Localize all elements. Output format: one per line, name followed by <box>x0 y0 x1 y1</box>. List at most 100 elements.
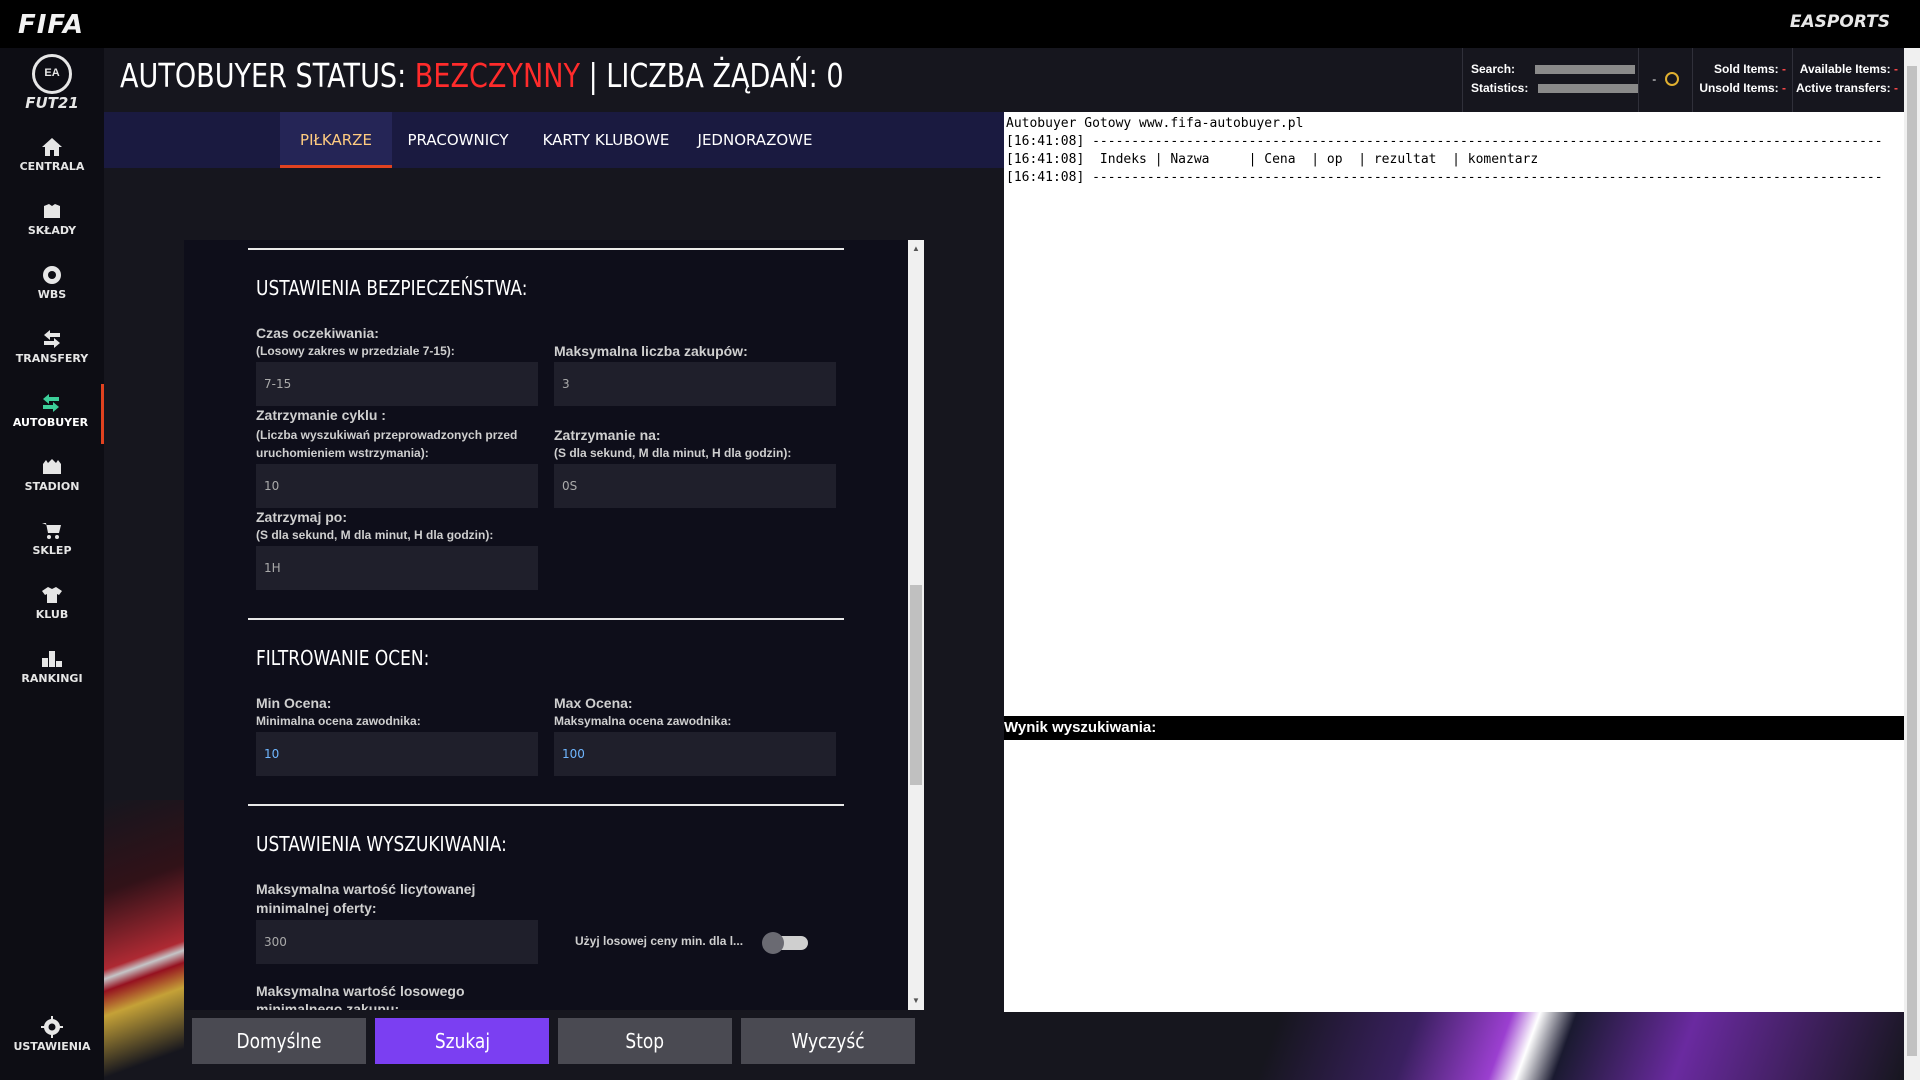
cycle-pause-label: Zatrzymanie cyklu : <box>256 407 386 423</box>
transfer-arrows-icon <box>44 330 60 348</box>
panel-scrollbar-thumb[interactable] <box>910 585 922 785</box>
log-line: Autobuyer Gotowy www.fifa-autobuyer.pl <box>1006 116 1304 131</box>
tab-jednorazowe[interactable]: JEDNORAZOWE <box>696 112 814 168</box>
decorative-stripes <box>104 800 184 1080</box>
coin-value: - <box>1652 72 1657 86</box>
available-items-label: Available Items: <box>1799 62 1891 76</box>
sidebar-item-autobuyer[interactable]: AUTOBUYER <box>0 384 104 444</box>
ea-sports-logo: EASPORTS <box>1789 12 1890 32</box>
wait-time-label: Czas oczekiwania: <box>256 325 379 341</box>
sold-cell: Sold Items: - Unsold Items: - <box>1692 48 1792 112</box>
sidebar-item-wbs[interactable]: WBS <box>0 256 104 316</box>
stats-panel: Search: Statistics: - Sold Items: - Unso… <box>1462 48 1920 112</box>
status-header: AUTOBUYER STATUS: BEZCZYNNY | LICZBA ŻĄD… <box>104 48 1462 112</box>
sidebar: EA FUT21 CENTRALA SKŁADY WBS TRANSFERY A… <box>0 48 104 1080</box>
coin-cell: - <box>1638 48 1692 112</box>
stop-after-label: Zatrzymaj po: <box>256 509 348 525</box>
cycle-pause-input[interactable]: 10 <box>256 464 538 508</box>
stop-after-input[interactable]: 1H <box>256 546 538 590</box>
shirt-icon <box>42 587 62 603</box>
sidebar-item-label: SKLEP <box>32 544 72 557</box>
ea-badge-icon: EA <box>32 54 72 94</box>
sidebar-item-sklady[interactable]: SKŁADY <box>0 192 104 252</box>
stop-button[interactable]: Stop <box>558 1018 732 1064</box>
random-min-price-toggle[interactable] <box>762 932 808 954</box>
log-line: [16:41:08] -----------------------------… <box>1006 134 1883 149</box>
status-value: BEZCZYNNY <box>414 56 580 95</box>
available-cell: Available Items: - Active transfers: - <box>1792 48 1904 112</box>
divider <box>248 248 844 250</box>
sold-items-label: Sold Items: <box>1713 62 1779 76</box>
settings-panel: USTAWIENIA BEZPIECZEŃSTWA: Czas oczekiwa… <box>184 240 924 1010</box>
divider <box>248 804 844 806</box>
statistics-progress-bar <box>1538 84 1639 94</box>
gear-icon <box>41 1016 63 1038</box>
tab-karty-klubowe[interactable]: KARTY KLUBOWE <box>532 112 680 168</box>
sidebar-item-label: AUTOBUYER <box>12 416 89 429</box>
wait-time-input[interactable]: 7-15 <box>256 362 538 406</box>
section-title-rating: FILTROWANIE OCEN: <box>256 646 430 670</box>
default-button-label: Domyślne <box>236 1029 322 1053</box>
sidebar-item-label: WBS <box>37 288 67 301</box>
stop-after-hint: (S dla sekund, M dla minut, H dla godzin… <box>256 528 494 542</box>
top-bar: FIFA EASPORTS <box>0 0 1920 48</box>
active-transfers-label: Active transfers: <box>1795 81 1891 95</box>
max-rating-input[interactable]: 100 <box>554 732 836 776</box>
page-scrollbar[interactable] <box>1904 48 1920 1080</box>
max-random-label-2: minimalnego zakupu: <box>256 1001 400 1010</box>
sidebar-item-rankingi[interactable]: RANKINGI <box>0 640 104 700</box>
default-button[interactable]: Domyślne <box>192 1018 366 1064</box>
status-prefix: AUTOBUYER STATUS: <box>120 56 415 95</box>
scroll-down-arrow-icon[interactable]: ▼ <box>908 994 924 1008</box>
pause-for-input[interactable]: 0S <box>554 464 836 508</box>
sidebar-item-label: STADION <box>24 480 80 493</box>
max-bid-label-1: Maksymalna wartość licytowanej <box>256 881 476 897</box>
fut21-logo: EA FUT21 <box>0 52 104 116</box>
min-rating-input[interactable]: 10 <box>256 732 538 776</box>
sidebar-item-ustawienia[interactable]: USTAWIENIA <box>0 1008 104 1068</box>
ball-icon <box>43 266 61 284</box>
statistics-progress-label: Statistics: <box>1471 81 1529 95</box>
active-transfers-value: - <box>1894 81 1898 95</box>
coin-icon <box>1664 71 1679 86</box>
divider <box>248 618 844 620</box>
sidebar-item-stadion[interactable]: STADION <box>0 448 104 508</box>
max-purchases-input[interactable]: 3 <box>554 362 836 406</box>
sidebar-item-transfery[interactable]: TRANSFERY <box>0 320 104 380</box>
max-random-label-1: Maksymalna wartość losowego <box>256 983 465 999</box>
search-result-output[interactable] <box>1004 740 1904 1012</box>
search-button[interactable]: Szukaj <box>375 1018 549 1064</box>
cycle-pause-hint-1: (Liczba wyszukiwań przeprowadzonych prze… <box>256 428 518 442</box>
random-min-price-label: Użyj losowej ceny min. dla l... <box>575 934 744 948</box>
search-button-label: Szukaj <box>434 1029 490 1053</box>
sidebar-item-klub[interactable]: KLUB <box>0 576 104 636</box>
max-rating-label: Max Ocena: <box>554 695 633 711</box>
search-result-title: Wynik wyszukiwania: <box>1004 716 1904 740</box>
unsold-items-value: - <box>1782 81 1786 95</box>
page-scrollbar-thumb[interactable] <box>1907 66 1917 1056</box>
tab-pilkarze[interactable]: PIŁKARZE <box>280 112 392 168</box>
scroll-up-arrow-icon[interactable]: ▲ <box>908 242 924 256</box>
clear-button[interactable]: Wyczyść <box>741 1018 915 1064</box>
max-bid-label-2: minimalnej oferty: <box>256 900 377 916</box>
sidebar-item-label: RANKINGI <box>21 672 83 685</box>
sidebar-item-label: CENTRALA <box>19 160 85 173</box>
pause-for-hint: (S dla sekund, M dla minut, H dla godzin… <box>554 446 792 460</box>
max-rating-hint: Maksymalna ocena zawodnika: <box>554 714 732 728</box>
available-items-value: - <box>1894 62 1898 76</box>
squad-icon <box>44 204 60 218</box>
sidebar-item-sklep[interactable]: SKLEP <box>0 512 104 572</box>
tab-pracownicy[interactable]: PRACOWNICY <box>402 112 514 168</box>
min-rating-label: Min Ocena: <box>256 695 332 711</box>
toggle-knob <box>762 932 784 954</box>
stop-button-label: Stop <box>625 1029 665 1053</box>
sidebar-item-centrala[interactable]: CENTRALA <box>0 128 104 188</box>
log-line: [16:41:08] Indeks | Nazwa | Cena | op | … <box>1006 152 1539 167</box>
min-rating-hint: Minimalna ocena zawodnika: <box>256 714 421 728</box>
sidebar-item-label: KLUB <box>35 608 69 621</box>
cart-icon <box>42 523 61 539</box>
max-bid-input[interactable]: 300 <box>256 920 538 964</box>
cycle-pause-hint-2: uruchomieniem wstrzymania): <box>256 446 429 460</box>
leaderboard-icon <box>42 651 62 667</box>
log-output[interactable]: Autobuyer Gotowy www.fifa-autobuyer.pl [1… <box>1004 112 1904 716</box>
